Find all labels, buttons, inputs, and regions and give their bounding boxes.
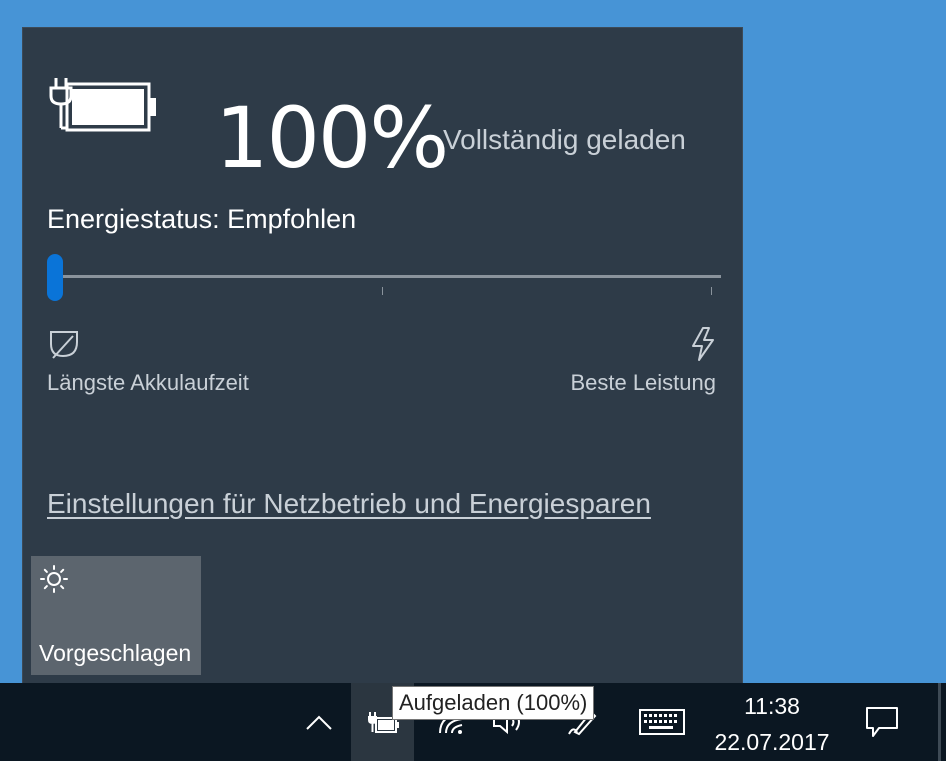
leaf-icon <box>50 331 78 359</box>
battery-flyout: 100% Vollständig geladen Energiestatus: … <box>22 27 743 683</box>
battery-tooltip: Aufgeladen (100%) <box>392 686 595 720</box>
touch-keyboard-icon <box>639 709 685 735</box>
action-center-icon <box>866 707 898 737</box>
show-hidden-icons-button[interactable] <box>296 683 342 761</box>
touch-keyboard-button[interactable] <box>634 683 690 761</box>
clock-time: 11:38 <box>744 693 800 719</box>
slider-thumb[interactable] <box>47 254 63 301</box>
battery-status: Vollständig geladen <box>443 124 686 155</box>
slider-tick <box>382 287 383 295</box>
battery-percent: 100% <box>215 89 449 187</box>
brightness-icon <box>40 565 68 593</box>
show-desktop-button[interactable] <box>938 683 941 761</box>
quick-action-label: Vorgeschlagen <box>39 640 192 666</box>
battery-summary: 100% Vollständig geladen <box>47 68 737 180</box>
power-mode-slider[interactable] <box>47 254 721 302</box>
brightness-quick-action[interactable]: Vorgeschlagen <box>31 556 201 675</box>
battery-saver-label: Längste Akkulaufzeit <box>47 370 249 395</box>
taskbar-clock[interactable]: 11:38 22.07.2017 <box>706 683 838 761</box>
clock-date: 22.07.2017 <box>714 729 830 755</box>
best-performance-label: Beste Leistung <box>570 370 716 395</box>
lightning-icon <box>692 327 714 361</box>
power-settings-link[interactable]: Einstellungen für Netzbetrieb und Energi… <box>47 488 651 520</box>
slider-track[interactable] <box>55 275 721 278</box>
battery-charging-icon <box>49 78 156 132</box>
action-center-button[interactable] <box>856 683 908 761</box>
power-mode-label: Energiestatus: Empfohlen <box>47 204 357 234</box>
slider-tick <box>711 287 712 295</box>
chevron-up-icon <box>306 715 332 730</box>
